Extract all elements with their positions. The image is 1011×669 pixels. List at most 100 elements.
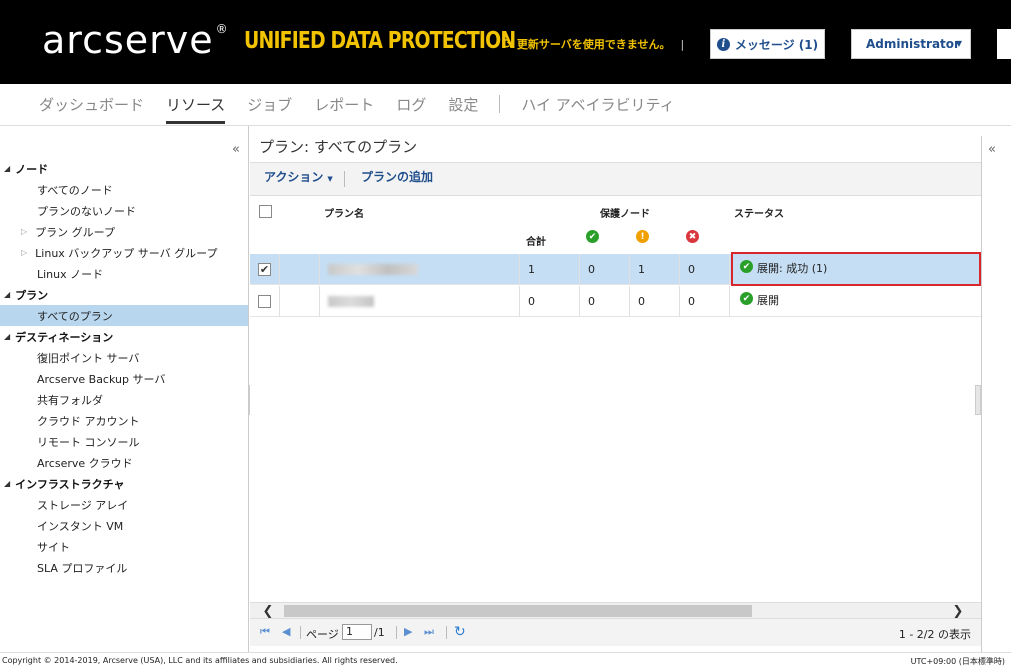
pager-divider xyxy=(446,626,447,639)
expand-right-icon[interactable]: « xyxy=(988,142,996,157)
tree-item-storage-arrays[interactable]: ストレージ アレイ xyxy=(0,494,248,515)
update-warning[interactable]: ⟳ 更新サーバを使用できません。 | xyxy=(502,36,684,52)
cell-success: 0 xyxy=(580,286,630,317)
expanded-triangle-icon: ◢ xyxy=(4,164,11,173)
column-total[interactable]: 合計 xyxy=(526,233,546,248)
tree-item-shared-folders[interactable]: 共有フォルダ xyxy=(0,389,248,410)
refresh-warning-icon: ⟳ xyxy=(502,36,513,52)
tab-dashboard[interactable]: ダッシュボード xyxy=(28,84,155,124)
success-icon[interactable]: ✔ xyxy=(586,230,599,243)
tab-high-availability[interactable]: ハイ アベイラビリティ xyxy=(510,84,685,124)
scroll-left-icon[interactable]: ❮ xyxy=(260,603,276,619)
user-menu-button[interactable]: Administrator ▼ xyxy=(851,29,971,59)
tree-item-sites[interactable]: サイト xyxy=(0,536,248,557)
collapsed-triangle-icon[interactable]: ▷ xyxy=(21,227,27,236)
header-divider: | xyxy=(680,37,685,51)
tree-item-all-nodes[interactable]: すべてのノード xyxy=(0,179,248,200)
column-status[interactable]: ステータス xyxy=(734,205,784,220)
redacted-text xyxy=(328,264,418,275)
plan-toolbar: アクション ▼ プランの追加 xyxy=(250,162,981,196)
nav-divider xyxy=(499,95,501,113)
tree-item-arcserve-backup-servers[interactable]: Arcserve Backup サーバ xyxy=(0,368,248,389)
plan-name-redacted xyxy=(320,286,520,317)
help-button-edge[interactable] xyxy=(997,29,1011,59)
cell-status: ✔ 展開 xyxy=(730,286,981,317)
tree-category-nodes[interactable]: ◢ ノード xyxy=(0,158,248,179)
tree-item-nodes-without-plan[interactable]: プランのないノード xyxy=(0,200,248,221)
row-checkbox[interactable] xyxy=(258,295,271,308)
tree-item-linux-backup-server-groups[interactable]: ▷ Linux バックアップ サーバ グループ xyxy=(0,242,248,263)
cell-warning: 1 xyxy=(630,254,680,285)
warning-icon[interactable]: ! xyxy=(636,230,649,243)
table-row[interactable]: 0 0 0 0 ✔ 展開 xyxy=(250,286,981,317)
tree-item-instant-vms[interactable]: インスタント VM xyxy=(0,515,248,536)
page-total: /1 xyxy=(374,626,385,639)
status-highlight-box xyxy=(731,252,981,286)
pagination-bar: ⏮ ◀ ページ 1 /1 ▶ ⏭ ↻ 1 - 2/2 の表示 xyxy=(250,618,981,646)
right-collapsed-panel: « xyxy=(981,136,1011,652)
select-all-checkbox[interactable] xyxy=(259,205,272,218)
copyright-text: Copyright © 2014-2019, Arcserve (USA), L… xyxy=(2,656,398,665)
error-icon[interactable]: ✖ xyxy=(686,230,699,243)
tree-item-linux-nodes[interactable]: Linux ノード xyxy=(0,263,248,284)
refresh-icon[interactable]: ↻ xyxy=(454,624,466,640)
redacted-text xyxy=(328,296,374,307)
caret-down-icon: ▼ xyxy=(955,39,962,48)
caret-down-icon: ▼ xyxy=(327,175,333,183)
tree-category-infrastructure[interactable]: ◢ インフラストラクチャ xyxy=(0,473,248,494)
collapsed-triangle-icon[interactable]: ▷ xyxy=(21,248,27,257)
tab-logs[interactable]: ログ xyxy=(385,84,437,124)
page-label: ページ xyxy=(306,628,339,641)
tree-item-sla-profiles[interactable]: SLA プロファイル xyxy=(0,557,248,578)
update-warning-text: 更新サーバを使用できません。 xyxy=(516,38,671,51)
tab-settings[interactable]: 設定 xyxy=(437,84,489,124)
app-footer: Copyright © 2014-2019, Arcserve (USA), L… xyxy=(0,652,1011,669)
tab-jobs[interactable]: ジョブ xyxy=(236,84,303,124)
tree-item-cloud-accounts[interactable]: クラウド アカウント xyxy=(0,410,248,431)
scrollbar-thumb[interactable] xyxy=(284,605,752,617)
tree-category-destinations[interactable]: ◢ デスティネーション xyxy=(0,326,248,347)
pager-divider xyxy=(300,626,301,639)
tree-item-remote-consoles[interactable]: リモート コンソール xyxy=(0,431,248,452)
main-nav: ダッシュボード リソース ジョブ レポート ログ 設定 ハイ アベイラビリティ xyxy=(0,84,1011,126)
collapse-left-icon[interactable]: « xyxy=(232,142,240,157)
horizontal-scrollbar[interactable]: ❮ ❯ xyxy=(250,602,981,619)
column-plan-name[interactable]: プラン名 xyxy=(324,205,364,220)
first-page-icon[interactable]: ⏮ xyxy=(260,625,270,639)
cell-error: 0 xyxy=(680,254,730,285)
row-checkbox[interactable]: ✔ xyxy=(258,263,271,276)
timezone-text: UTC+09:00 (日本標準時) xyxy=(910,657,1005,666)
tree-item-plan-groups[interactable]: ▷ プラン グループ xyxy=(0,221,248,242)
next-page-icon[interactable]: ▶ xyxy=(404,625,412,638)
column-protected-nodes: 保護ノード xyxy=(600,209,650,220)
last-page-icon[interactable]: ⏭ xyxy=(424,625,434,639)
tree-item-all-plans[interactable]: すべてのプラン xyxy=(0,305,248,326)
cell-error: 0 xyxy=(680,286,730,317)
tab-reports[interactable]: レポート xyxy=(303,84,385,124)
tree-category-plans[interactable]: ◢ プラン xyxy=(0,284,248,305)
app-header: arcserve ® UNIFIED DATA PROTECTION ⟳ 更新サー… xyxy=(0,0,1011,84)
page-number-input[interactable]: 1 xyxy=(342,624,372,640)
scroll-right-icon[interactable]: ❯ xyxy=(950,603,966,619)
cell-total: 0 xyxy=(520,286,580,317)
success-icon: ✔ xyxy=(740,292,753,305)
tree-item-recovery-point-servers[interactable]: 復旧ポイント サーバ xyxy=(0,347,248,368)
expanded-triangle-icon: ◢ xyxy=(4,332,11,341)
tab-resources[interactable]: リソース xyxy=(155,84,236,124)
pager-divider xyxy=(396,626,397,639)
expanded-triangle-icon: ◢ xyxy=(4,479,11,488)
messages-label: メッセージ (1) xyxy=(734,37,819,52)
page-title: プラン: すべてのプラン xyxy=(259,138,418,156)
grid-header: プラン名 保護ノード ステータス 合計 ✔ ! ✖ xyxy=(250,196,981,254)
prev-page-icon[interactable]: ◀ xyxy=(282,625,290,638)
plan-name-redacted xyxy=(320,254,520,285)
messages-button[interactable]: i メッセージ (1) xyxy=(710,29,825,59)
actions-dropdown[interactable]: アクション ▼ xyxy=(264,168,333,185)
status-text: 展開 xyxy=(757,294,779,307)
toolbar-divider xyxy=(344,171,345,187)
cell-warning: 0 xyxy=(630,286,680,317)
tree-item-arcserve-cloud[interactable]: Arcserve クラウド xyxy=(0,452,248,473)
user-label: Administrator xyxy=(866,37,960,51)
expanded-triangle-icon: ◢ xyxy=(4,290,11,299)
add-plan-button[interactable]: プランの追加 xyxy=(361,168,433,185)
